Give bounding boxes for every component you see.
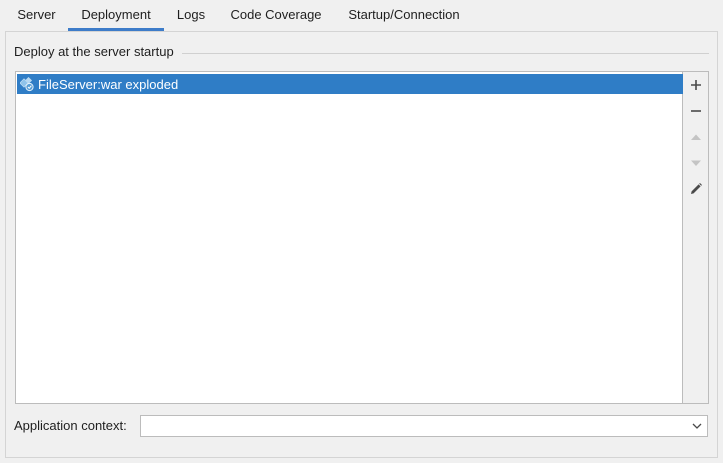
tab-label: Startup/Connection (348, 7, 460, 22)
tab-server[interactable]: Server (10, 0, 63, 31)
remove-icon (691, 110, 701, 112)
list-item-label: FileServer:war exploded (38, 76, 179, 92)
tab-label: Deployment (81, 7, 151, 22)
artifact-icon (19, 76, 35, 92)
move-up-icon (691, 134, 701, 140)
add-icon (691, 80, 701, 90)
tab-logs[interactable]: Logs (170, 0, 212, 31)
deployment-panel: Deploy at the server startup FileServer:… (5, 31, 718, 458)
list-item[interactable]: FileServer:war exploded (17, 74, 683, 94)
tab-code-coverage[interactable]: Code Coverage (222, 0, 330, 31)
tab-label: Server (17, 7, 56, 22)
move-up-button[interactable] (686, 127, 706, 147)
application-context-combo[interactable] (140, 415, 708, 437)
move-down-icon (691, 160, 701, 166)
list-toolbar (683, 71, 709, 404)
tab-startup-connection[interactable]: Startup/Connection (340, 0, 468, 31)
move-down-button[interactable] (686, 153, 706, 173)
edit-icon (691, 183, 702, 194)
tab-deployment[interactable]: Deployment (68, 0, 164, 31)
tab-label: Logs (176, 7, 206, 22)
remove-button[interactable] (686, 101, 706, 121)
edit-button[interactable] (686, 179, 706, 199)
add-button[interactable] (686, 75, 706, 95)
chevron-down-icon (692, 423, 702, 429)
deploy-list[interactable]: FileServer:war exploded (15, 71, 683, 404)
tab-label: Code Coverage (230, 7, 322, 22)
group-separator (182, 53, 709, 54)
group-title: Deploy at the server startup (14, 44, 174, 59)
application-context-label: Application context: (14, 418, 127, 433)
tab-bar: Server Deployment Logs Code Coverage Sta… (0, 0, 723, 31)
